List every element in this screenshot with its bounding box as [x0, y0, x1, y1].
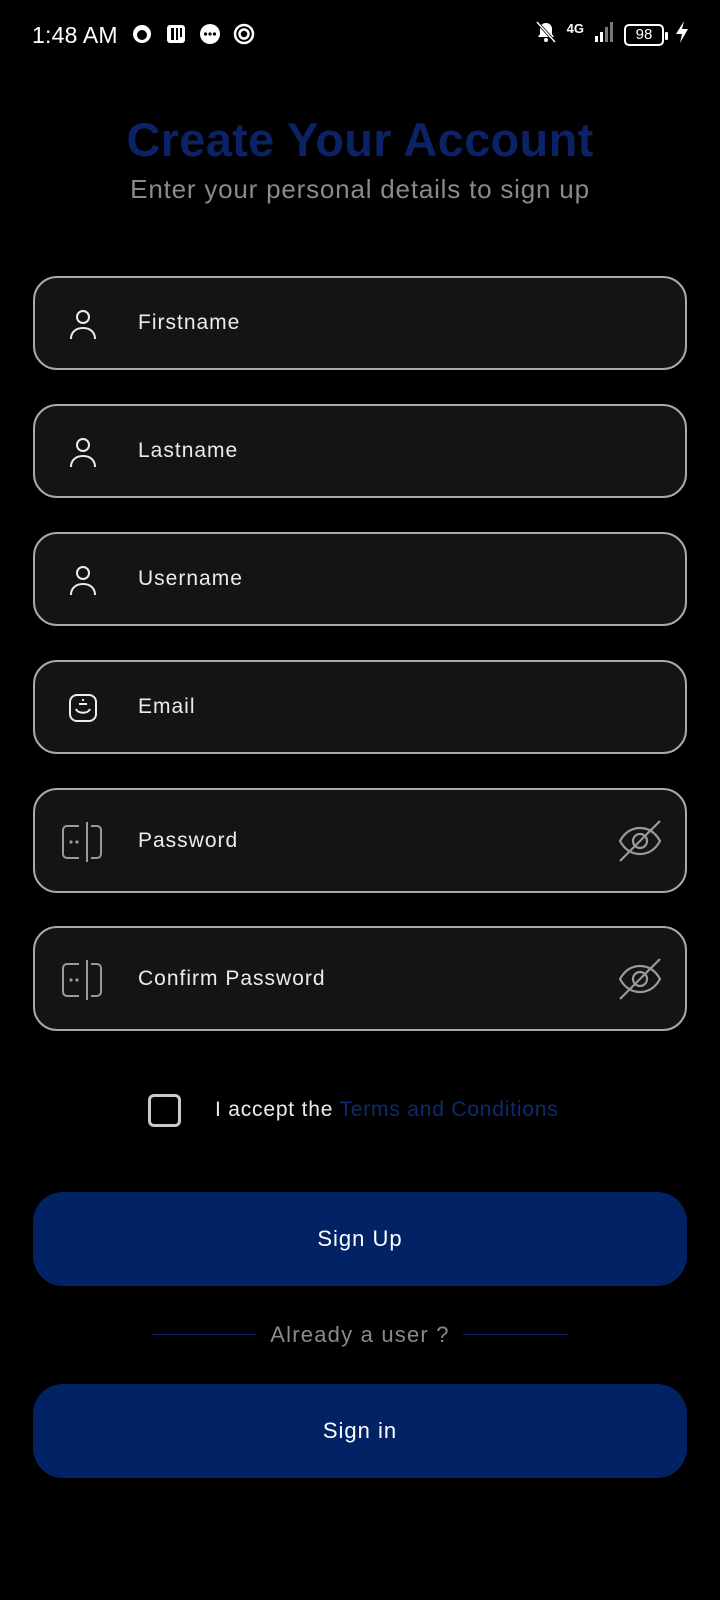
signal-icon	[594, 21, 614, 48]
terms-prefix: I accept the	[215, 1098, 340, 1121]
confirm-password-field[interactable]: Confirm Password	[33, 926, 687, 1031]
page-title: Create Your Account	[126, 113, 594, 166]
terms-checkbox[interactable]	[148, 1094, 181, 1127]
firstname-field[interactable]: Firstname	[33, 276, 687, 370]
battery-indicator: 98	[624, 23, 668, 46]
password-icon	[61, 820, 103, 864]
chat-icon	[198, 22, 222, 46]
person-icon	[65, 434, 101, 470]
already-user-text: Already a user ?	[270, 1322, 450, 1347]
sign-up-button[interactable]: Sign Up	[33, 1192, 687, 1286]
password-field[interactable]: Password	[33, 788, 687, 893]
charging-icon	[674, 20, 690, 49]
parking-icon	[164, 22, 188, 46]
terms-text: I accept the Terms and Conditions	[215, 1098, 559, 1122]
mail-inbox-icon	[65, 690, 101, 726]
person-icon	[65, 562, 101, 598]
lastname-field[interactable]: Lastname	[33, 404, 687, 498]
username-field[interactable]: Username	[33, 532, 687, 626]
confirm-password-placeholder: Confirm Password	[138, 967, 326, 990]
sign-in-button[interactable]: Sign in	[33, 1384, 687, 1478]
password-placeholder: Password	[138, 829, 239, 852]
status-time: 1:48 AM	[32, 22, 118, 48]
page-subtitle: Enter your personal details to sign up	[130, 174, 590, 204]
password-icon	[61, 958, 103, 1002]
lastname-placeholder: Lastname	[138, 439, 239, 462]
username-placeholder: Username	[138, 567, 243, 590]
app-icon	[130, 22, 154, 46]
email-placeholder: Email	[138, 695, 196, 718]
terms-link[interactable]: Terms and Conditions	[339, 1098, 558, 1121]
eye-off-icon[interactable]	[617, 956, 663, 1002]
network-label: 4G	[566, 21, 584, 36]
status-bar: 1:48 AM 4G 98	[0, 0, 720, 72]
eye-off-icon[interactable]	[617, 818, 663, 864]
email-field[interactable]: Email	[33, 660, 687, 754]
divider-line-right	[463, 1334, 568, 1335]
firstname-placeholder: Firstname	[138, 311, 241, 334]
sync-icon	[232, 22, 256, 46]
already-user-divider: Already a user ?	[0, 1322, 720, 1352]
bell-off-icon	[535, 20, 557, 49]
person-icon	[65, 306, 101, 342]
